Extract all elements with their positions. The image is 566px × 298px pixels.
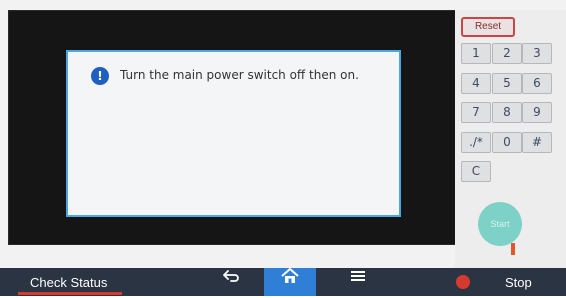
- key-1[interactable]: 1: [461, 43, 491, 64]
- printer-control-panel: ! Turn the main power switch off then on…: [0, 0, 566, 296]
- check-status-indicator: [18, 292, 122, 295]
- back-arrow-icon: [223, 270, 239, 282]
- start-indicator-light: [511, 243, 515, 255]
- check-status-label: Check Status: [30, 275, 108, 290]
- home-icon: [281, 268, 299, 283]
- back-button[interactable]: [214, 268, 248, 296]
- info-icon: !: [91, 67, 109, 85]
- error-dialog: ! Turn the main power switch off then on…: [66, 50, 401, 217]
- key-6[interactable]: 6: [522, 73, 552, 94]
- dialog-message: Turn the main power switch off then on.: [120, 68, 359, 82]
- stop-button[interactable]: Stop: [505, 268, 532, 298]
- key-3[interactable]: 3: [522, 43, 552, 64]
- key-5[interactable]: 5: [492, 73, 522, 94]
- stop-icon[interactable]: [456, 275, 470, 289]
- key-hash[interactable]: #: [522, 132, 552, 153]
- key-0[interactable]: 0: [492, 132, 522, 153]
- start-button[interactable]: Start: [478, 202, 522, 246]
- key-4[interactable]: 4: [461, 73, 491, 94]
- key-9[interactable]: 9: [522, 102, 552, 123]
- key-2[interactable]: 2: [492, 43, 522, 64]
- key-clear[interactable]: C: [461, 161, 491, 182]
- menu-icon: [351, 271, 365, 281]
- home-button[interactable]: [264, 268, 316, 296]
- reset-button[interactable]: Reset: [461, 17, 515, 37]
- key-dot-star[interactable]: ./*: [461, 132, 491, 153]
- menu-button[interactable]: [344, 268, 372, 296]
- key-8[interactable]: 8: [492, 102, 522, 123]
- bottom-navigation-bar: Check Status Stop: [0, 268, 566, 296]
- check-status-button[interactable]: Check Status: [8, 268, 122, 296]
- key-7[interactable]: 7: [461, 102, 491, 123]
